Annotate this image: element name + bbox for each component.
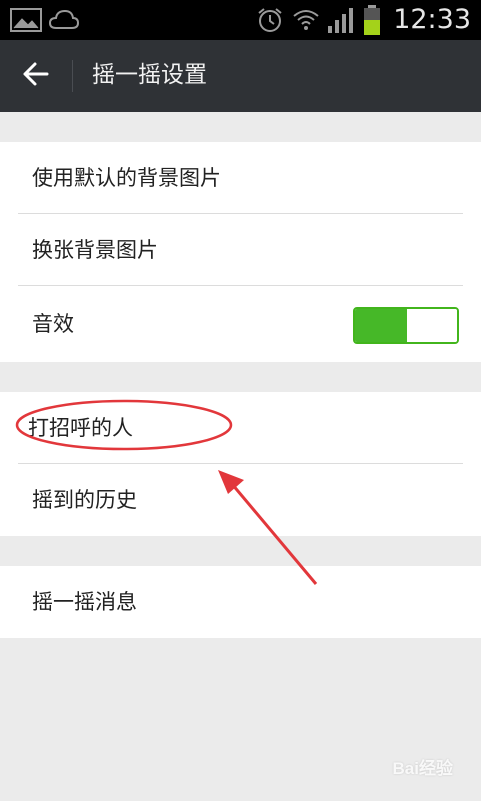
title-divider [72,60,73,92]
wifi-icon [292,6,320,38]
toggle-knob [407,309,457,342]
gallery-icon [10,8,42,36]
row-label: 摇到的历史 [32,488,137,512]
sound-effect-row: 音效 [0,286,481,362]
row-label: 打招呼的人 [28,416,133,440]
title-bar: 摇一摇设置 [0,40,481,112]
page-title: 摇一摇设置 [92,62,207,88]
toggle-fill [355,309,407,342]
shake-messages-row[interactable]: 摇一摇消息 [0,566,481,638]
status-time: 12:33 [393,4,471,35]
back-button[interactable] [14,56,58,96]
weather-icon [48,8,80,36]
use-default-background-row[interactable]: 使用默认的背景图片 [0,142,481,214]
row-label: 使用默认的背景图片 [32,166,221,190]
row-label: 摇一摇消息 [32,590,137,614]
row-label: 换张背景图片 [32,238,158,262]
settings-section-history: 打招呼的人 摇到的历史 [0,392,481,536]
settings-section-background: 使用默认的背景图片 换张背景图片 音效 [0,142,481,362]
signal-icon [326,6,356,38]
settings-section-messages: 摇一摇消息 [0,566,481,638]
status-bar: 12:33 [0,0,481,40]
arrow-left-icon [22,60,50,92]
watermark: Bai经验 [392,759,453,778]
battery-icon [362,4,382,40]
alarm-icon [256,6,284,38]
sound-effect-toggle[interactable] [353,307,459,344]
greeting-people-row[interactable]: 打招呼的人 [0,392,481,464]
row-label: 音效 [32,312,74,336]
shake-history-row[interactable]: 摇到的历史 [0,464,481,536]
change-background-row[interactable]: 换张背景图片 [0,214,481,286]
